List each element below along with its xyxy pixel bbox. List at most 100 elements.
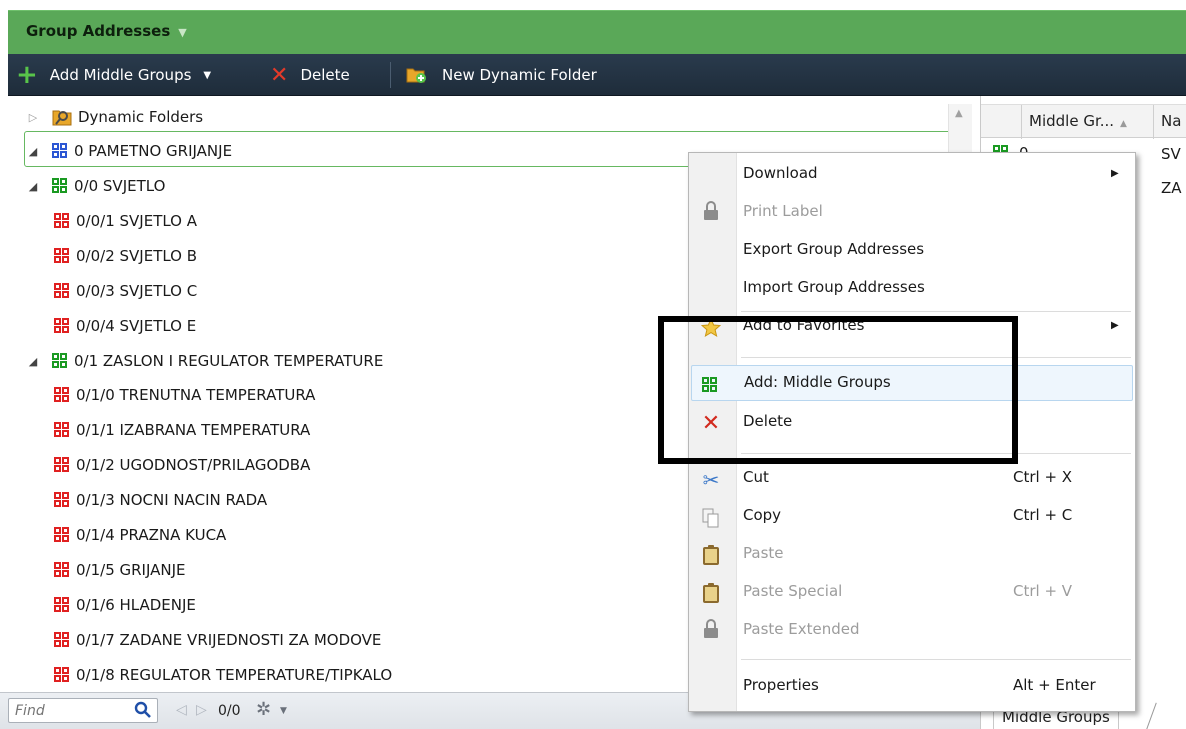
panel-title[interactable]: Group Addresses ▼ xyxy=(26,22,187,40)
column-divider[interactable] xyxy=(1153,105,1154,139)
previous-icon[interactable]: ◁ xyxy=(176,702,187,718)
tree-item-label: 0/1 ZASLON I REGULATOR TEMPERATURE xyxy=(74,352,384,370)
main-group-icon xyxy=(52,143,68,159)
menu-item-label: Paste xyxy=(743,544,784,562)
gear-icon[interactable]: ✲ xyxy=(256,699,271,720)
column-header-middle-group[interactable]: Middle Gr... ▲ xyxy=(1029,112,1127,130)
tree-item-group-address[interactable]: 0/0/4 SVJETLO E xyxy=(54,309,196,343)
menu-item-shortcut: Ctrl + X xyxy=(1013,468,1073,486)
menu-item-label: Properties xyxy=(743,676,819,694)
tree-item-group-address[interactable]: 0/0/2 SVJETLO B xyxy=(54,239,197,273)
new-folder-icon xyxy=(406,66,428,84)
group-address-icon xyxy=(54,667,70,683)
tree-item-group-address[interactable]: 0/1/3 NOCNI NACIN RADA xyxy=(54,483,267,517)
collapse-arrow-icon[interactable]: ◢ xyxy=(26,355,40,368)
tree-item-group-address[interactable]: 0/1/0 TRENUTNA TEMPERATURA xyxy=(54,378,315,412)
tree-item-label: 0/0/2 SVJETLO B xyxy=(76,247,198,265)
group-address-icon xyxy=(54,457,70,473)
find-result-count: 0/0 xyxy=(218,703,241,719)
menu-item-paste[interactable]: Paste xyxy=(691,537,1133,573)
grid-cell-text: ZA xyxy=(1161,179,1182,197)
group-address-icon xyxy=(54,422,70,438)
chevron-down-icon[interactable]: ▼ xyxy=(203,70,211,81)
tree-item-label: 0/0/1 SVJETLO A xyxy=(76,212,198,230)
collapse-arrow-icon[interactable]: ◢ xyxy=(26,180,40,193)
tree-item-middle-group[interactable]: ◢ 0/1 ZASLON I REGULATOR TEMPERATURE xyxy=(26,344,384,378)
menu-item-paste-special[interactable]: Paste Special Ctrl + V xyxy=(691,575,1133,611)
delete-button[interactable]: ✕ Delete xyxy=(270,54,350,96)
tree-item-group-address[interactable]: 0/1/7 ZADANE VRIJEDNOSTI ZA MODOVE xyxy=(54,623,381,657)
search-icon[interactable] xyxy=(134,701,152,719)
lock-icon xyxy=(701,619,721,642)
next-icon[interactable]: ▷ xyxy=(196,702,207,718)
tree-item-label: 0/1/4 PRAZNA KUCA xyxy=(76,526,227,544)
tree-item-group-address[interactable]: 0/1/8 REGULATOR TEMPERATURE/TIPKALO xyxy=(54,658,392,692)
group-address-icon xyxy=(54,283,70,299)
menu-item-export-group-addresses[interactable]: Export Group Addresses xyxy=(691,233,1133,269)
column-header-label: Na xyxy=(1161,112,1182,130)
column-header-name[interactable]: Na xyxy=(1161,112,1181,130)
menu-item-cut[interactable]: ✂ Cut Ctrl + X xyxy=(691,461,1133,497)
submenu-arrow-icon: ▶ xyxy=(1111,320,1119,331)
new-dynamic-folder-button[interactable]: New Dynamic Folder xyxy=(406,54,597,96)
group-address-icon xyxy=(54,318,70,334)
tree-item-label: 0/1/7 ZADANE VRIJEDNOSTI ZA MODOVE xyxy=(76,631,382,649)
grid-cell-text: SV xyxy=(1161,145,1181,163)
tree-item-label: 0/0 SVJETLO xyxy=(74,177,166,195)
tree-item-main-group[interactable]: ◢ 0 PAMETNO GRIJANJE xyxy=(26,134,232,168)
sort-ascending-icon: ▲ xyxy=(1120,119,1127,129)
tree-item-label: 0/1/1 IZABRANA TEMPERATURA xyxy=(76,421,311,439)
add-middle-groups-button[interactable]: + Add Middle Groups ▼ xyxy=(16,54,211,96)
menu-item-shortcut: Alt + Enter xyxy=(1013,676,1096,694)
menu-item-label: Cut xyxy=(743,468,769,486)
new-dynamic-folder-label: New Dynamic Folder xyxy=(442,66,597,84)
tree-item-group-address[interactable]: 0/1/6 HLADENJE xyxy=(54,588,196,622)
group-address-icon xyxy=(54,597,70,613)
expand-arrow-icon[interactable]: ▷ xyxy=(26,111,40,124)
menu-item-label: Import Group Addresses xyxy=(743,278,925,296)
menu-item-import-group-addresses[interactable]: Import Group Addresses xyxy=(691,271,1133,307)
delete-x-icon: ✕ xyxy=(270,62,289,88)
menu-item-label: Print Label xyxy=(743,202,823,220)
chevron-down-icon[interactable]: ▼ xyxy=(280,706,287,716)
tree-item-group-address[interactable]: 0/1/4 PRAZNA KUCA xyxy=(54,518,226,552)
delete-label: Delete xyxy=(300,66,350,84)
tree-item-group-address[interactable]: 0/0/1 SVJETLO A xyxy=(54,204,197,238)
triangle-down-icon[interactable]: ▼ xyxy=(178,26,186,39)
column-header-label: Middle Gr... xyxy=(1029,112,1115,130)
tree-item-label: Dynamic Folders xyxy=(78,108,204,126)
toolbar-separator xyxy=(390,62,391,88)
tree-item-label: 0/1/5 GRIJANJE xyxy=(76,561,186,579)
tree-item-group-address[interactable]: 0/1/5 GRIJANJE xyxy=(54,553,186,587)
plus-icon: + xyxy=(16,60,38,90)
copy-icon xyxy=(701,508,721,528)
tree-item-label: 0/1/2 UGODNOST/PRILAGODBA xyxy=(76,456,311,474)
tree-item-label: 0/0/3 SVJETLO C xyxy=(76,282,198,300)
group-address-icon xyxy=(54,527,70,543)
menu-item-label: Paste Special xyxy=(743,582,843,600)
tree-item-label: 0/1/6 HLADENJE xyxy=(76,596,196,614)
middle-group-icon xyxy=(52,353,68,369)
panel-title-text: Group Addresses xyxy=(26,22,171,40)
tree-item-group-address[interactable]: 0/1/1 IZABRANA TEMPERATURA xyxy=(54,413,310,447)
menu-item-label: Download xyxy=(743,164,818,182)
menu-item-download[interactable]: Download ▶ xyxy=(691,157,1133,193)
scroll-up-icon[interactable]: ▲ xyxy=(955,108,963,119)
menu-item-copy[interactable]: Copy Ctrl + C xyxy=(691,499,1133,535)
menu-item-paste-extended[interactable]: Paste Extended xyxy=(691,613,1133,649)
group-address-icon xyxy=(54,492,70,508)
column-divider xyxy=(1021,105,1022,139)
tree-item-label: 0 PAMETNO GRIJANJE xyxy=(74,142,233,160)
tree-item-dynamic-folders[interactable]: ▷ Dynamic Folders xyxy=(26,100,203,134)
menu-item-print-label[interactable]: Print Label xyxy=(691,195,1133,231)
group-address-icon xyxy=(54,213,70,229)
menu-item-label: Copy xyxy=(743,506,782,524)
collapse-arrow-icon[interactable]: ◢ xyxy=(26,145,40,158)
title-bar: Group Addresses ▼ xyxy=(0,0,1186,54)
tree-item-group-address[interactable]: 0/1/2 UGODNOST/PRILAGODBA xyxy=(54,448,310,482)
menu-item-properties[interactable]: Properties Alt + Enter xyxy=(691,669,1133,705)
tree-item-middle-group[interactable]: ◢ 0/0 SVJETLO xyxy=(26,169,166,203)
tree-item-label: 0/1/0 TRENUTNA TEMPERATURA xyxy=(76,386,316,404)
title-bar-strip: Group Addresses ▼ xyxy=(8,10,1186,54)
tree-item-group-address[interactable]: 0/0/3 SVJETLO C xyxy=(54,274,197,308)
